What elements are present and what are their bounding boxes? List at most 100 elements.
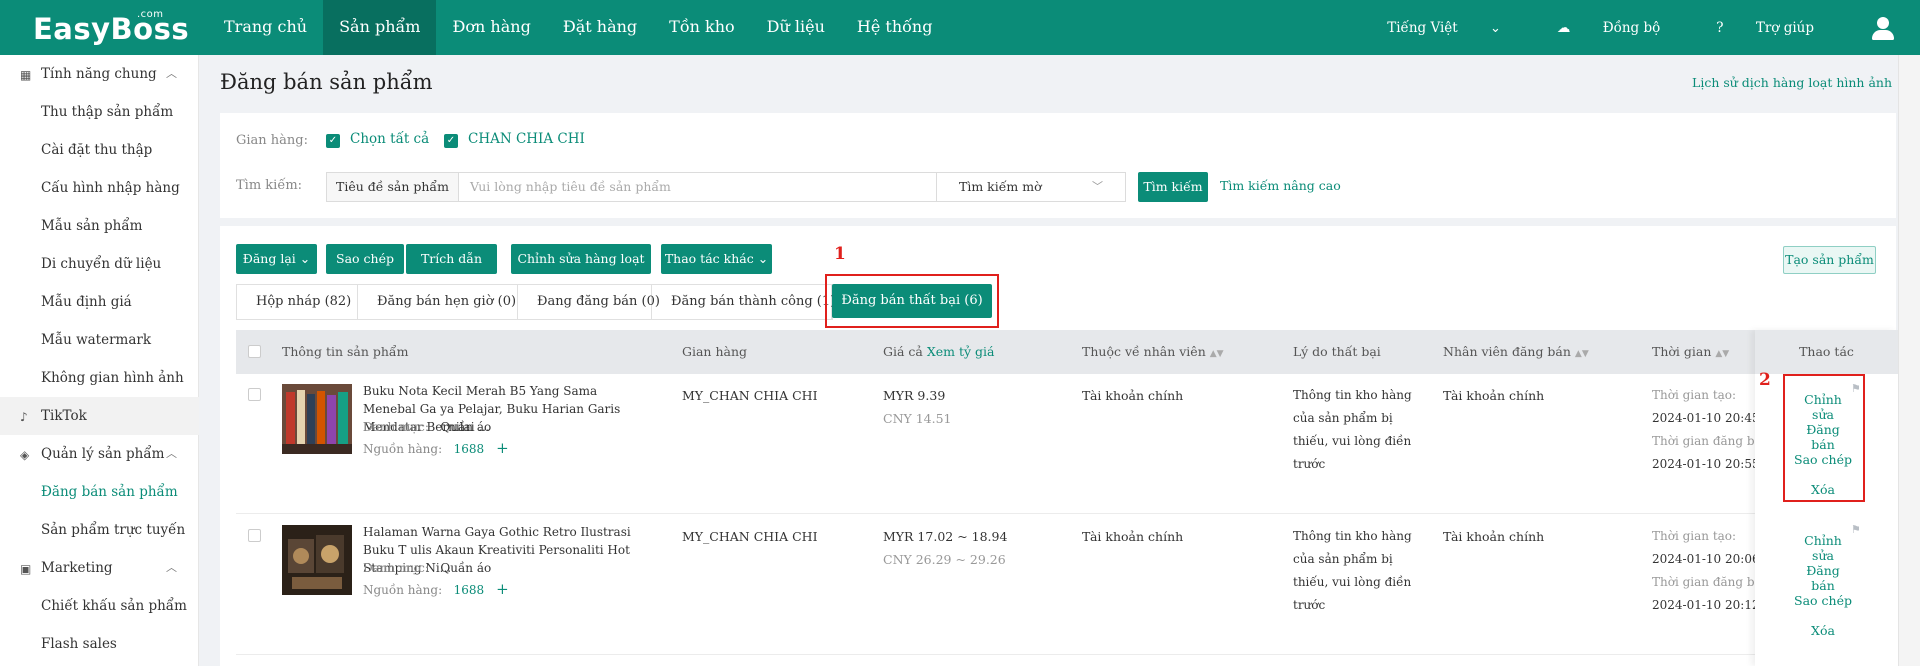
th-staff[interactable]: Thuộc về nhân viên ▲▼ — [1082, 330, 1224, 376]
language-selector[interactable]: Tiếng Việt ⌄ — [1387, 20, 1529, 36]
match-mode-select[interactable]: Tìm kiếm mờ ﹀ — [936, 172, 1126, 202]
th-publisher[interactable]: Nhân viên đăng bán ▲▼ — [1443, 330, 1589, 376]
search-button[interactable]: Tìm kiếm — [1138, 172, 1208, 202]
nav-inventory[interactable]: Tồn kho — [653, 0, 750, 55]
sidebar-item-pricing-template[interactable]: Mẫu định giá — [0, 283, 199, 321]
product-thumbnail[interactable] — [282, 384, 352, 454]
sidebar-item-data-migration[interactable]: Di chuyển dữ liệu — [0, 245, 199, 283]
status-tabs: Hộp nháp (82) Đăng bán hẹn giờ (0) Đang … — [236, 284, 835, 320]
th-fail-reason: Lý do thất bại — [1293, 344, 1381, 359]
shop-checkbox[interactable]: ✓ — [444, 134, 458, 148]
category-value: Quần áo — [440, 561, 492, 575]
select-all-checkbox[interactable]: ✓ — [326, 134, 340, 148]
image-history-link[interactable]: Lịch sử dịch hàng loạt hình ảnh — [1692, 75, 1892, 90]
staff-name: Tài khoản chính — [1082, 388, 1184, 403]
ticket-icon: ▣ — [20, 562, 32, 576]
product-source: Nguồn hàng: 1688 + — [363, 439, 509, 457]
help-icon: ? — [1716, 19, 1724, 36]
box-icon: ◈ — [20, 448, 30, 462]
th-product-info: Thông tin sản phẩm — [282, 344, 409, 359]
price-cny: CNY 26.29 ~ 29.26 — [883, 552, 1006, 567]
tab-publishing[interactable]: Đang đăng bán (0) — [518, 285, 660, 319]
sidebar-item-discount[interactable]: Chiết khấu sản phẩm — [0, 587, 199, 625]
time-info: Thời gian tạo: 2024-01-10 20:06:2 Thời g… — [1652, 525, 1757, 617]
relist-dropdown-button[interactable]: Đăng lại ⌄ — [236, 244, 317, 274]
th-actions: Thao tác — [1755, 330, 1898, 374]
nav-orders[interactable]: Đơn hàng — [436, 0, 546, 55]
category-label: Danh mục: — [363, 561, 429, 575]
nav-purchase[interactable]: Đặt hàng — [547, 0, 653, 55]
sidebar-item-image-space[interactable]: Không gian hình ảnh — [0, 359, 199, 397]
sidebar-group-general[interactable]: ▦ Tính năng chung ︿ — [0, 55, 199, 93]
shop-name: MY_CHAN CHIA CHI — [682, 529, 818, 544]
source-label: Nguồn hàng: — [363, 442, 443, 456]
sidebar-item-watermark[interactable]: Mẫu watermark — [0, 321, 199, 359]
quote-template-button[interactable]: Trích dẫn mẫu — [406, 244, 497, 296]
create-product-button[interactable]: Tạo sản phẩm — [1783, 246, 1876, 274]
sidebar-group-marketing[interactable]: ▣ Marketing ︿ — [0, 549, 199, 587]
product-source: Nguồn hàng: 1688 + — [363, 580, 509, 598]
tab-success[interactable]: Đăng bán thành công (1) — [652, 285, 835, 319]
chevron-down-icon: ⌄ — [1490, 20, 1501, 36]
shop-checkbox-label[interactable]: CHAN CHIA CHI — [468, 131, 585, 147]
publish-action-row2[interactable]: Đăng bán — [1793, 563, 1853, 593]
sidebar-group-product-mgmt[interactable]: ◈ Quản lý sản phẩm ︿ — [0, 435, 199, 473]
sort-icon: ▲▼ — [1209, 349, 1224, 359]
chevron-down-icon: ⌄ — [757, 251, 769, 266]
nav-system[interactable]: Hệ thống — [841, 0, 949, 55]
sync-label: Đồng bộ — [1602, 19, 1661, 36]
search-field-select[interactable]: Tiêu đề sản phẩm — [327, 173, 459, 201]
sidebar-group-tiktok[interactable]: ♪ TikTok — [0, 397, 199, 435]
th-time[interactable]: Thời gian ▲▼ — [1652, 330, 1729, 376]
sidebar-item-collect[interactable]: Thu thập sản phẩm — [0, 93, 199, 131]
table-row: Halaman Warna Gaya Gothic Retro Ilustras… — [236, 515, 1757, 655]
user-avatar-icon[interactable] — [1870, 15, 1896, 41]
nav-products[interactable]: Sản phẩm — [323, 0, 437, 55]
sidebar-item-flash-sales[interactable]: Flash sales — [0, 625, 199, 663]
topbar-right: Tiếng Việt ⌄ ☁ Đồng bộ ? Trợ giúp — [1387, 0, 1920, 55]
copy-button[interactable]: Sao chép — [326, 244, 404, 274]
created-time: 2024-01-10 20:45:5 — [1652, 411, 1757, 425]
bulk-edit-dropdown-button[interactable]: Chỉnh sửa hàng loạt ⌄ — [511, 244, 651, 296]
search-input[interactable]: Vui lòng nhập tiêu đề sản phẩm — [460, 173, 947, 201]
delete-action-row2[interactable]: Xóa — [1793, 623, 1853, 638]
flag-icon[interactable]: ⚑ — [1851, 523, 1861, 536]
logo-text: EasyBoss — [33, 12, 190, 46]
tab-scheduled[interactable]: Đăng bán hẹn giờ (0) — [358, 285, 518, 319]
sync-button[interactable]: ☁ Đồng bộ — [1557, 20, 1688, 36]
copy-action-row2[interactable]: Sao chép — [1793, 593, 1853, 608]
sort-icon: ▲▼ — [1715, 349, 1730, 359]
chevron-up-icon: ︿ — [166, 447, 177, 460]
sidebar-item-import-config[interactable]: Cấu hình nhập hàng — [0, 169, 199, 207]
sidebar-item-collect-settings[interactable]: Cài đặt thu thập — [0, 131, 199, 169]
nav-data[interactable]: Dữ liệu — [751, 0, 841, 55]
help-button[interactable]: ? Trợ giúp — [1716, 20, 1842, 36]
view-exchange-rate-link[interactable]: Xem tỷ giá — [927, 344, 995, 359]
product-thumbnail[interactable] — [282, 525, 352, 595]
tab-draft[interactable]: Hộp nháp (82) — [237, 285, 358, 319]
source-link[interactable]: 1688 — [454, 583, 485, 597]
source-link[interactable]: 1688 — [454, 442, 485, 456]
chevron-down-icon: ⌄ — [299, 251, 311, 266]
edit-action-row2[interactable]: Chỉnh sửa — [1793, 533, 1853, 563]
select-all-label[interactable]: Chọn tất cả — [350, 131, 429, 147]
vertical-scrollbar[interactable] — [1898, 55, 1920, 666]
nav-home[interactable]: Trang chủ — [208, 0, 323, 55]
select-all-rows-checkbox[interactable] — [248, 345, 261, 358]
easyboss-logo[interactable]: EasyBoss .com — [33, 9, 190, 46]
product-category: Danh mục: Quần áo — [363, 561, 491, 575]
sidebar-item-templates[interactable]: Mẫu sản phẩm — [0, 207, 199, 245]
row-checkbox[interactable] — [248, 388, 261, 401]
page-title: Đăng bán sản phẩm — [220, 70, 433, 94]
time-info: Thời gian tạo: 2024-01-10 20:45:5 Thời g… — [1652, 384, 1757, 476]
other-actions-dropdown-button[interactable]: Thao tác khác ⌄ — [661, 244, 772, 274]
tiktok-icon: ♪ — [20, 410, 28, 424]
price-cny: CNY 14.51 — [883, 411, 952, 426]
advanced-search-link[interactable]: Tìm kiếm nâng cao — [1220, 178, 1341, 193]
top-navbar: EasyBoss .com Trang chủ Sản phẩm Đơn hàng… — [0, 0, 1920, 55]
plus-icon[interactable]: + — [496, 439, 509, 457]
row-checkbox[interactable] — [248, 529, 261, 542]
plus-icon[interactable]: + — [496, 580, 509, 598]
sidebar-item-publish-products[interactable]: Đăng bán sản phẩm — [0, 473, 199, 511]
sidebar-item-online-products[interactable]: Sản phẩm trực tuyến — [0, 511, 199, 549]
